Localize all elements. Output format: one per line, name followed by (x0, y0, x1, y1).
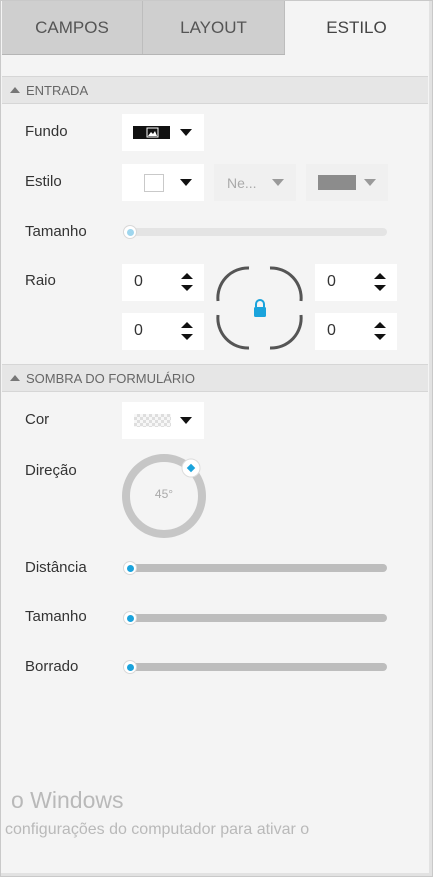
slider-thumb[interactable] (123, 660, 137, 674)
slider-thumb[interactable] (123, 225, 137, 239)
cor-label: Cor (25, 411, 50, 428)
estilo-type-dropdown[interactable]: Ne... (214, 164, 296, 201)
spinner-up-icon[interactable] (181, 322, 193, 328)
distancia-label: Distância (25, 559, 87, 576)
spinner-up-icon[interactable] (374, 273, 386, 279)
fundo-label: Fundo (25, 123, 68, 140)
section-entrada-header[interactable]: ENTRADA (2, 76, 428, 104)
activation-watermark-text: configurações do computador para ativar … (5, 821, 310, 838)
spinner-up-icon[interactable] (374, 322, 386, 328)
tab-layout[interactable]: LAYOUT (143, 1, 285, 55)
chevron-down-icon (364, 179, 376, 186)
lock-icon[interactable] (252, 298, 268, 318)
raio-label: Raio (25, 272, 56, 289)
section-sombra-title: SOMBRA DO FORMULÁRIO (26, 370, 196, 386)
transparent-color-swatch (134, 414, 171, 427)
cor-dropdown[interactable] (122, 402, 204, 439)
section-entrada-title: ENTRADA (26, 82, 89, 98)
spinner-down-icon[interactable] (374, 285, 386, 291)
borrado-label: Borrado (25, 658, 79, 675)
caret-up-icon (10, 375, 20, 381)
activation-watermark-title: o Windows (11, 787, 124, 813)
section-sombra-header[interactable]: SOMBRA DO FORMULÁRIO (2, 364, 428, 392)
spinner-up-icon[interactable] (181, 273, 193, 279)
estilo-color-dropdown[interactable] (306, 164, 388, 201)
estilo-type-value: Ne... (227, 175, 257, 191)
estilo-border-dropdown[interactable] (122, 164, 204, 201)
caret-up-icon (10, 87, 20, 93)
raio-top-left-value: 0 (134, 273, 143, 290)
raio-bottom-right-value: 0 (327, 322, 336, 339)
chevron-down-icon (180, 417, 192, 424)
tamanho-sombra-label: Tamanho (25, 608, 87, 625)
raio-top-right-value: 0 (327, 273, 336, 290)
style-panel: CAMPOS LAYOUT ESTILO ENTRADA Fundo Estil… (0, 0, 433, 877)
border-color-swatch (318, 175, 356, 190)
chevron-down-icon (180, 129, 192, 136)
slider-thumb[interactable] (123, 561, 137, 575)
tamanho-entrada-slider[interactable] (123, 225, 387, 239)
distancia-slider[interactable] (123, 561, 387, 575)
raio-bottom-left-value: 0 (134, 322, 143, 339)
image-icon (133, 126, 170, 139)
spinner-down-icon[interactable] (181, 334, 193, 340)
spinner-down-icon[interactable] (181, 285, 193, 291)
raio-top-right-input[interactable]: 0 (315, 264, 397, 301)
raio-bottom-right-input[interactable]: 0 (315, 313, 397, 350)
chevron-down-icon (272, 179, 284, 186)
tab-divider (2, 54, 285, 55)
border-style-swatch (144, 174, 164, 192)
slider-thumb[interactable] (123, 611, 137, 625)
direcao-value: 45° (154, 487, 174, 501)
direcao-label: Direção (25, 462, 77, 479)
tamanho-entrada-label: Tamanho (25, 223, 87, 240)
raio-bottom-left-input[interactable]: 0 (122, 313, 204, 350)
chevron-down-icon (180, 179, 192, 186)
borrado-slider[interactable] (123, 660, 387, 674)
fundo-dropdown[interactable] (122, 114, 204, 151)
tab-campos[interactable]: CAMPOS (2, 1, 143, 55)
estilo-label: Estilo (25, 173, 62, 190)
tamanho-sombra-slider[interactable] (123, 611, 387, 625)
tab-bar: CAMPOS LAYOUT ESTILO (2, 1, 428, 55)
tab-estilo[interactable]: ESTILO (285, 1, 428, 55)
raio-top-left-input[interactable]: 0 (122, 264, 204, 301)
spinner-down-icon[interactable] (374, 334, 386, 340)
